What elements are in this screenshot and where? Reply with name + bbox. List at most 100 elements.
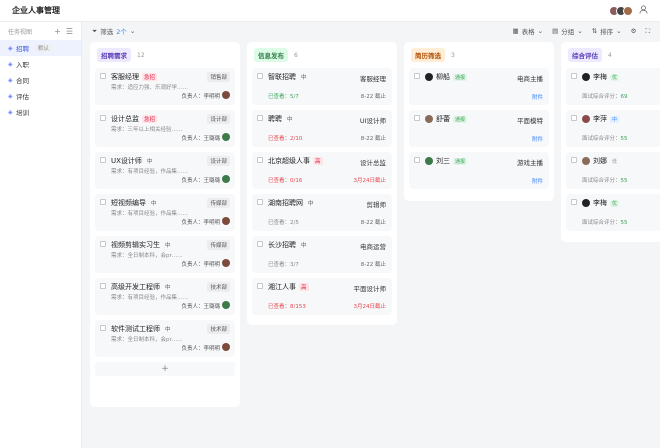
card-title: 聘聘中	[268, 115, 293, 123]
dept-badge: 销售部	[207, 72, 230, 82]
column-header: 招聘需求 12	[90, 42, 240, 68]
column-evaluation: 综合评估 4 李梅优 面试综合评分：69 李萍中 面试综合评分：55 刘娜低 面…	[561, 42, 660, 242]
evaluation-card[interactable]: 李萍中 面试综合评分：55	[566, 110, 660, 147]
dept-badge: 技术部	[207, 282, 230, 292]
task-card[interactable]: 视频剪辑实习生中 传媒部 需求：全日制本科，会pr…… 负责人：李明明	[95, 236, 235, 273]
evaluation-card[interactable]: 刘娜低 面试综合评分：55	[566, 152, 660, 189]
candidate-name: 李萍中	[593, 115, 620, 123]
attachment-link[interactable]: 附件	[532, 135, 543, 143]
add-card-button[interactable]: +	[95, 362, 235, 376]
card-title: 软件测试工程师中	[111, 325, 171, 333]
settings-icon[interactable]: ⚙	[631, 27, 637, 35]
publish-card[interactable]: 北京超级人事高 设计总监 已查看：0/16 3月24日截止	[252, 152, 392, 189]
sidebar-item-recruit[interactable]: ◈ 招聘 默认	[0, 40, 81, 56]
card-checkbox[interactable]	[414, 73, 420, 79]
column-title: 招聘需求	[97, 48, 131, 62]
fullscreen-icon[interactable]: ⛶	[645, 27, 650, 36]
card-owner: 负责人：李明明	[181, 346, 220, 352]
top-right-area	[609, 5, 648, 16]
publish-card[interactable]: 聘聘中 UI设计师 已查看：2/10 8-22 截止	[252, 110, 392, 147]
task-card[interactable]: 软件测试工程师中 技术部 需求：全日制本科，会pr…… 负责人：李明明	[95, 320, 235, 357]
card-checkbox[interactable]	[571, 115, 577, 121]
avatar[interactable]	[623, 5, 633, 16]
status-badge: 优	[610, 74, 620, 81]
card-checkbox[interactable]	[257, 199, 263, 205]
priority-badge: 中	[165, 285, 171, 291]
publish-card[interactable]: 湖南招聘网中 剪辑师 已查看：2/5 8-22 截止	[252, 194, 392, 231]
column-title: 简历筛选	[411, 48, 445, 62]
card-checkbox[interactable]	[571, 199, 577, 205]
priority-badge: 中	[287, 117, 293, 123]
card-checkbox[interactable]	[571, 73, 577, 79]
group-button[interactable]: ▤ 分组 ⌄	[552, 26, 583, 36]
sidebar-item-training[interactable]: ◈ 培训	[0, 104, 81, 120]
card-checkbox[interactable]	[100, 157, 106, 163]
card-checkbox[interactable]	[100, 283, 106, 289]
column-count: 4	[608, 51, 612, 59]
card-requirement: 需求：全日制本科，会pr……	[111, 337, 183, 343]
candidate-name: 舒蕾 通报	[436, 115, 468, 123]
card-checkbox[interactable]	[257, 241, 263, 247]
task-card[interactable]: 设计总监 急招 设计部 需求：三年以上相关经验…… 负责人：王璐璐	[95, 110, 235, 147]
card-title: 视频剪辑实习生中	[111, 241, 171, 249]
card-checkbox[interactable]	[100, 115, 106, 121]
dept-badge: 设计部	[207, 114, 230, 124]
sidebar-item-contract[interactable]: ◈ 合同	[0, 72, 81, 88]
card-checkbox[interactable]	[100, 73, 106, 79]
evaluation-card[interactable]: 李梅优 面试综合评分：69	[566, 68, 660, 105]
sort-button[interactable]: ⇅ 排序 ⌄	[592, 26, 622, 36]
chevron-down-icon: ⌄	[577, 27, 583, 35]
publish-card[interactable]: 湘江人事高 平面设计师 已查看：8/153 3月24日截止	[252, 278, 392, 315]
card-checkbox[interactable]	[257, 157, 263, 163]
card-title: 长沙招聘中	[268, 241, 307, 249]
card-checkbox[interactable]	[414, 157, 420, 163]
task-card[interactable]: 高级开发工程师中 技术部 需求：有项目经验，作品集…… 负责人：王璐璐	[95, 278, 235, 315]
card-title: 高级开发工程师中	[111, 283, 171, 291]
attachment-link[interactable]: 附件	[532, 93, 543, 101]
attachment-link[interactable]: 附件	[532, 177, 543, 185]
table-view-button[interactable]: ▦ 表格 ⌄	[512, 26, 543, 36]
card-owner: 负责人：李明明	[181, 262, 220, 268]
task-card[interactable]: 客服经理 急招 销售部 需求：适应力强、乐观好学…… 负责人：李明明	[95, 68, 235, 105]
card-checkbox[interactable]	[414, 115, 420, 121]
sidebar-item-evaluation[interactable]: ◈ 评估	[0, 88, 81, 104]
card-checkbox[interactable]	[257, 283, 263, 289]
group-label: 分组	[561, 28, 575, 36]
sidebar-item-label: 培训	[16, 109, 29, 117]
task-card[interactable]: 短视频编导中 传媒部 需求：有项目经验，作品集…… 负责人：李明明	[95, 194, 235, 231]
priority-badge: 中	[301, 243, 307, 249]
card-checkbox[interactable]	[100, 199, 106, 205]
filter-button[interactable]: ⏷ 筛选 2个 ⌄	[92, 26, 135, 37]
avatar	[582, 73, 590, 81]
card-title: 湖南招聘网中	[268, 199, 314, 207]
user-icon[interactable]	[639, 5, 648, 16]
card-checkbox[interactable]	[257, 115, 263, 121]
candidate-card[interactable]: 刘三 通报 游戏主播 附件	[409, 152, 549, 189]
candidate-card[interactable]: 舒蕾 通报 平面模特 附件	[409, 110, 549, 147]
deadline: 8-22 截止	[360, 262, 386, 268]
sidebar-item-onboard[interactable]: ◈ 入职	[0, 56, 81, 72]
card-requirement: 需求：有项目经验，作品集……	[111, 211, 189, 217]
card-requirement: 需求：适应力强、乐观好学……	[111, 85, 189, 91]
filter-icon: ⏷	[92, 26, 98, 35]
task-card[interactable]: UX设计师中 设计部 需求：有项目经验，作品集…… 负责人：王璐璐	[95, 152, 235, 189]
card-checkbox[interactable]	[257, 73, 263, 79]
table-label: 表格	[521, 28, 535, 36]
avatar	[222, 259, 230, 267]
deadline: 8-22 截止	[360, 94, 386, 100]
add-view-icon[interactable]: +	[54, 27, 61, 36]
avatar	[222, 343, 230, 351]
priority-badge: 高	[299, 283, 309, 291]
card-position: 设计总监	[360, 159, 386, 167]
evaluation-card[interactable]: 李梅优 面试综合评分：55	[566, 194, 660, 231]
group-icon: ▤	[552, 27, 559, 35]
publish-card[interactable]: 智联招聘中 客服经理 已查看：5/7 8-22 截止	[252, 68, 392, 105]
card-checkbox[interactable]	[100, 325, 106, 331]
list-menu-icon[interactable]: ☰	[66, 27, 73, 36]
interview-score: 面试综合评分：69	[582, 94, 628, 100]
priority-badge: 高	[313, 157, 323, 165]
publish-card[interactable]: 长沙招聘中 电商运营 已查看：3/7 8-22 截止	[252, 236, 392, 273]
card-checkbox[interactable]	[571, 157, 577, 163]
card-checkbox[interactable]	[100, 241, 106, 247]
candidate-card[interactable]: 柳船 通报 电商主播 附件	[409, 68, 549, 105]
